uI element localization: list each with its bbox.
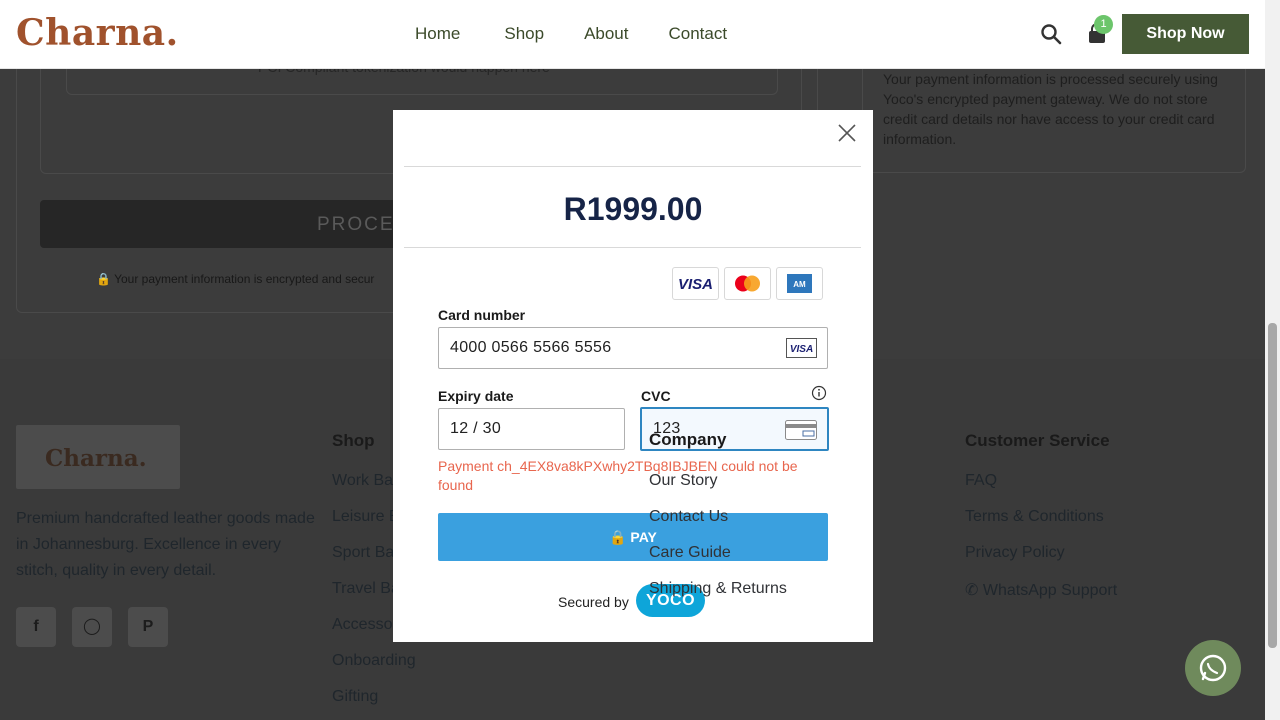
whatsapp-icon (1199, 654, 1227, 682)
footer-link-privacy[interactable]: Privacy Policy (965, 544, 1065, 562)
footer-link-gifting[interactable]: Gifting (332, 688, 378, 706)
card-number-label: Card number (438, 307, 526, 323)
card-number-field[interactable]: 4000 0566 5566 5556 VISA (438, 327, 828, 369)
footer-link-whatsapp[interactable]: ✆ WhatsApp Support (965, 580, 1117, 600)
footer-link-onboarding[interactable]: Onboarding (332, 652, 416, 670)
payment-error-message: Payment ch_4EX8va8kPXwhy2TBq8IBJBEN coul… (438, 458, 798, 493)
facebook-icon[interactable]: f (16, 607, 56, 647)
main-nav: Home Shop About Contact (415, 24, 727, 44)
amex-icon: AM (776, 267, 823, 300)
card-number-value: 4000 0566 5566 5556 (450, 339, 612, 356)
visa-icon: VISA (672, 267, 719, 300)
modal-divider (404, 166, 861, 167)
svg-text:VISA: VISA (790, 344, 813, 355)
modal-divider (404, 247, 861, 248)
shop-heading: Shop (332, 431, 375, 450)
site-logo[interactable]: Charna. (16, 12, 179, 54)
lock-icon: 🔒 (609, 529, 627, 545)
footer-link-faq[interactable]: FAQ (965, 472, 997, 490)
footer-link-care-guide[interactable]: Care Guide (649, 544, 731, 562)
cart-count-badge: 1 (1094, 15, 1113, 34)
footer-link-shipping-returns[interactable]: Shipping & Returns (649, 580, 787, 598)
pay-label: PAY (630, 529, 657, 545)
nav-shop[interactable]: Shop (504, 24, 544, 44)
pinterest-icon[interactable]: P (128, 607, 168, 647)
customer-service-heading: Customer Service (965, 431, 1110, 450)
page-scrollbar[interactable] (1265, 0, 1280, 720)
encrypted-note-text: Your payment information is encrypted an… (114, 272, 375, 286)
expiry-value: 12 / 30 (450, 420, 502, 437)
secured-by-text: Secured by (558, 594, 629, 610)
svg-text:AM: AM (793, 280, 806, 289)
visa-icon: VISA (786, 338, 817, 358)
search-icon[interactable] (1039, 22, 1063, 46)
encrypted-note: 🔒 Your payment information is encrypted … (96, 272, 375, 286)
site-header: Charna. Home Shop About Contact 1 Shop N… (0, 0, 1265, 69)
scrollbar-thumb[interactable] (1268, 323, 1277, 648)
instagram-icon[interactable]: ◯ (72, 607, 112, 647)
info-icon[interactable] (811, 385, 827, 401)
footer-logo[interactable]: Charna. (16, 425, 180, 489)
footer-link-contact-us[interactable]: Contact Us (649, 508, 728, 526)
nav-contact[interactable]: Contact (669, 24, 728, 44)
nav-about[interactable]: About (584, 24, 628, 44)
payment-modal: R1999.00 VISA AM Card number 4000 0566 5… (393, 110, 873, 642)
card-back-icon (785, 420, 817, 440)
mastercard-icon (724, 267, 771, 300)
close-icon[interactable] (836, 122, 858, 144)
whatsapp-chat-button[interactable] (1185, 640, 1241, 696)
pay-button[interactable]: 🔒 PAY (438, 513, 828, 561)
footer-description: Premium handcrafted leather goods made i… (16, 510, 315, 579)
payment-amount: R1999.00 (563, 191, 703, 227)
shop-now-button[interactable]: Shop Now (1122, 14, 1249, 54)
svg-text:VISA: VISA (678, 276, 713, 293)
footer-logo-text: Charna. (45, 445, 147, 472)
nav-home[interactable]: Home (415, 24, 460, 44)
footer-link-terms[interactable]: Terms & Conditions (965, 508, 1104, 526)
secure-info-text: Your payment information is processed se… (883, 71, 1218, 147)
cvc-label: CVC (641, 388, 671, 404)
footer-link-our-story[interactable]: Our Story (649, 472, 717, 490)
expiry-label: Expiry date (438, 388, 514, 404)
expiry-field[interactable]: 12 / 30 (438, 408, 625, 450)
company-heading: Company (649, 430, 727, 449)
footer-link-whatsapp-text: WhatsApp Support (982, 582, 1118, 599)
